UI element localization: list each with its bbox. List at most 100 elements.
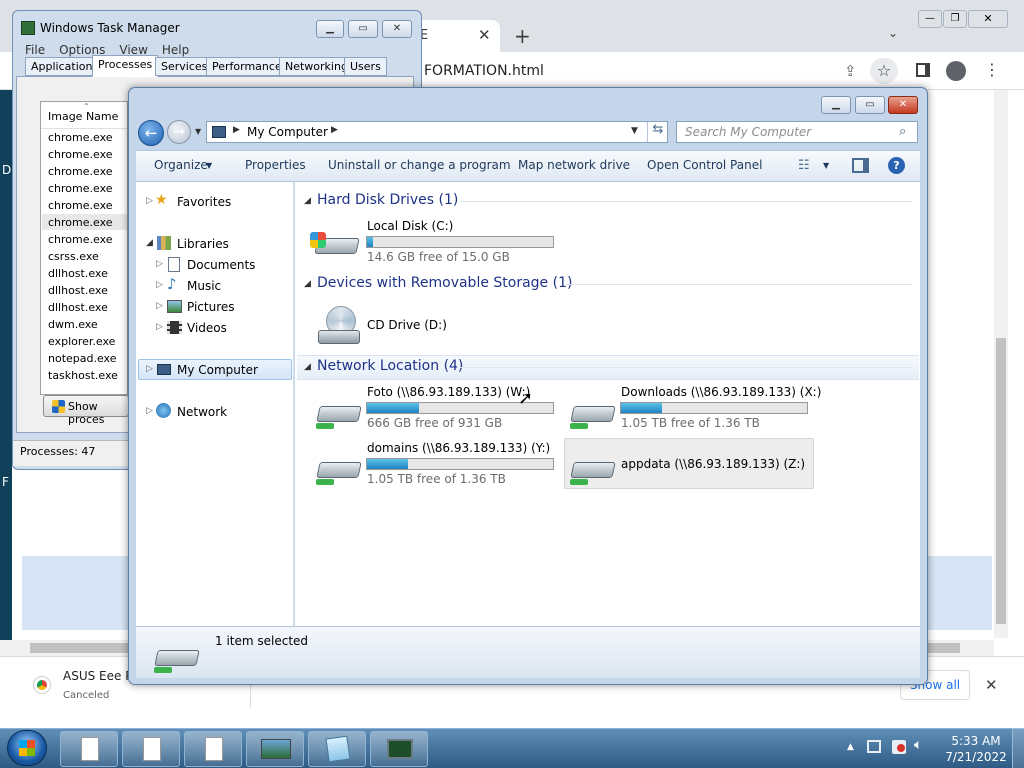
- expand-arrow-icon[interactable]: ▷: [146, 364, 153, 374]
- drive-y-name[interactable]: domains (\\86.93.189.133) (Y:): [367, 441, 550, 455]
- tab-search-chevron-icon[interactable]: ⌄: [888, 26, 898, 40]
- process-row[interactable]: taskhost.exe: [48, 369, 118, 382]
- process-row[interactable]: csrss.exe: [48, 250, 99, 263]
- open-control-panel-button[interactable]: Open Control Panel: [647, 158, 762, 172]
- taskbar-button-image[interactable]: [246, 731, 304, 767]
- side-panel-icon[interactable]: [916, 63, 930, 77]
- explorer-maximize-button[interactable]: ▭: [855, 96, 885, 114]
- uninstall-program-button[interactable]: Uninstall or change a program: [328, 158, 511, 172]
- process-row[interactable]: chrome.exe: [48, 199, 113, 212]
- address-dropdown-icon[interactable]: ▼: [631, 126, 638, 136]
- view-dropdown-icon[interactable]: ▼: [823, 161, 829, 170]
- action-center-flag-icon[interactable]: [892, 740, 906, 754]
- process-row[interactable]: dllhost.exe: [48, 301, 108, 314]
- nav-my-computer[interactable]: My Computer: [177, 363, 258, 377]
- explorer-minimize-button[interactable]: ▁: [821, 96, 851, 114]
- tab-services[interactable]: Services: [155, 57, 214, 76]
- network-tray-icon[interactable]: [867, 740, 881, 753]
- vertical-scroll-thumb[interactable]: [996, 338, 1006, 624]
- address-bar[interactable]: ▶ My Computer ▶ ▼ ⇆: [206, 121, 668, 143]
- task-manager-maximize-button[interactable]: ▭: [348, 20, 378, 38]
- share-icon[interactable]: ⇪: [844, 62, 857, 80]
- collapse-arrow-icon[interactable]: ◢: [146, 238, 153, 248]
- expand-arrow-icon[interactable]: ▷: [146, 196, 153, 206]
- help-icon[interactable]: ?: [888, 157, 905, 174]
- nav-pictures[interactable]: Pictures: [187, 300, 235, 314]
- taskbar-clock[interactable]: 5:33 AM 7/21/2022: [944, 733, 1008, 765]
- drive-c-name[interactable]: Local Disk (C:): [367, 219, 453, 233]
- nav-videos[interactable]: Videos: [187, 321, 227, 335]
- chrome-close-button[interactable]: ✕: [968, 10, 1008, 28]
- nav-documents[interactable]: Documents: [187, 258, 255, 272]
- drive-w-name[interactable]: Foto (\\86.93.189.133) (W:): [367, 385, 530, 399]
- menu-help[interactable]: Help: [162, 43, 189, 57]
- group-network-location[interactable]: Network Location (4): [317, 358, 463, 374]
- bookmark-star-icon[interactable]: ☆: [870, 58, 898, 84]
- forward-arrow-icon[interactable]: →: [167, 120, 191, 144]
- search-box[interactable]: Search My Computer ⌕: [676, 121, 918, 143]
- tab-processes[interactable]: Processes: [92, 55, 159, 77]
- refresh-icon[interactable]: ⇆: [647, 122, 668, 142]
- menu-file[interactable]: File: [25, 43, 45, 57]
- taskbar-button-file2[interactable]: [122, 731, 180, 767]
- drive-d-name[interactable]: CD Drive (D:): [367, 318, 447, 332]
- drive-x-name[interactable]: Downloads (\\86.93.189.133) (X:): [621, 385, 821, 399]
- column-header-image-name[interactable]: Image Name: [48, 110, 118, 123]
- tab-performance[interactable]: Performance: [206, 57, 288, 76]
- download-filename[interactable]: ASUS Eee P: [63, 669, 132, 683]
- properties-button[interactable]: Properties: [245, 158, 306, 172]
- close-download-bar-icon[interactable]: ✕: [985, 676, 998, 694]
- group-hard-disk-drives[interactable]: Hard Disk Drives (1): [317, 192, 458, 208]
- search-icon[interactable]: ⌕: [899, 124, 906, 139]
- group-collapse-icon[interactable]: ◢: [304, 196, 311, 206]
- task-manager-minimize-button[interactable]: ▁: [316, 20, 344, 38]
- taskbar-button-task-manager[interactable]: [370, 731, 428, 767]
- profile-avatar-icon[interactable]: [946, 61, 966, 81]
- drive-z-name[interactable]: appdata (\\86.93.189.133) (Z:): [621, 457, 805, 471]
- close-tab-icon[interactable]: ✕: [478, 26, 491, 44]
- map-network-drive-button[interactable]: Map network drive: [518, 158, 630, 172]
- expand-arrow-icon[interactable]: ▷: [156, 301, 163, 311]
- breadcrumb-chevron-icon[interactable]: ▶: [331, 125, 338, 135]
- show-processes-button[interactable]: Show proces: [43, 395, 129, 426]
- group-collapse-icon[interactable]: ◢: [304, 279, 311, 289]
- recent-pages-dropdown-icon[interactable]: ▼: [195, 127, 201, 136]
- tab-networking[interactable]: Networking: [279, 57, 354, 76]
- expand-arrow-icon[interactable]: ▷: [156, 259, 163, 269]
- process-row[interactable]: notepad.exe: [48, 352, 117, 365]
- chrome-minimize-button[interactable]: —: [918, 10, 942, 28]
- show-hidden-icons-icon[interactable]: ▲: [847, 742, 854, 752]
- show-desktop-button[interactable]: [1012, 728, 1024, 768]
- taskbar-button-file3[interactable]: [184, 731, 242, 767]
- new-tab-icon[interactable]: +: [514, 24, 531, 48]
- nav-favorites[interactable]: Favorites: [177, 195, 231, 209]
- process-row[interactable]: chrome.exe: [48, 216, 113, 229]
- group-collapse-icon[interactable]: ◢: [304, 362, 311, 372]
- taskbar-button-file1[interactable]: [60, 731, 118, 767]
- process-row[interactable]: dllhost.exe: [48, 267, 108, 280]
- process-row[interactable]: chrome.exe: [48, 182, 113, 195]
- expand-arrow-icon[interactable]: ▷: [146, 406, 153, 416]
- url-text[interactable]: FORMATION.html: [424, 63, 544, 79]
- chrome-maximize-button[interactable]: ❐: [943, 10, 967, 28]
- group-removable-storage[interactable]: Devices with Removable Storage (1): [317, 275, 572, 291]
- process-row[interactable]: dllhost.exe: [48, 284, 108, 297]
- expand-arrow-icon[interactable]: ▷: [156, 322, 163, 332]
- start-button[interactable]: [7, 730, 47, 766]
- process-row[interactable]: explorer.exe: [48, 335, 115, 348]
- tab-users[interactable]: Users: [344, 57, 387, 76]
- nav-music[interactable]: Music: [187, 279, 221, 293]
- explorer-close-button[interactable]: ✕: [888, 96, 918, 114]
- process-row[interactable]: chrome.exe: [48, 148, 113, 161]
- task-manager-close-button[interactable]: ✕: [382, 20, 412, 38]
- breadcrumb-separator-icon[interactable]: ▶: [233, 125, 240, 135]
- back-arrow-icon[interactable]: ←: [138, 120, 164, 146]
- taskbar-button-notepad[interactable]: [308, 731, 366, 767]
- volume-icon[interactable]: 🔈︎: [914, 737, 922, 753]
- nav-network[interactable]: Network: [177, 405, 227, 419]
- process-row[interactable]: dwm.exe: [48, 318, 98, 331]
- organize-button[interactable]: Organize: [154, 158, 208, 172]
- process-row[interactable]: chrome.exe: [48, 233, 113, 246]
- preview-pane-icon[interactable]: [852, 158, 869, 173]
- breadcrumb-my-computer[interactable]: My Computer: [247, 125, 328, 139]
